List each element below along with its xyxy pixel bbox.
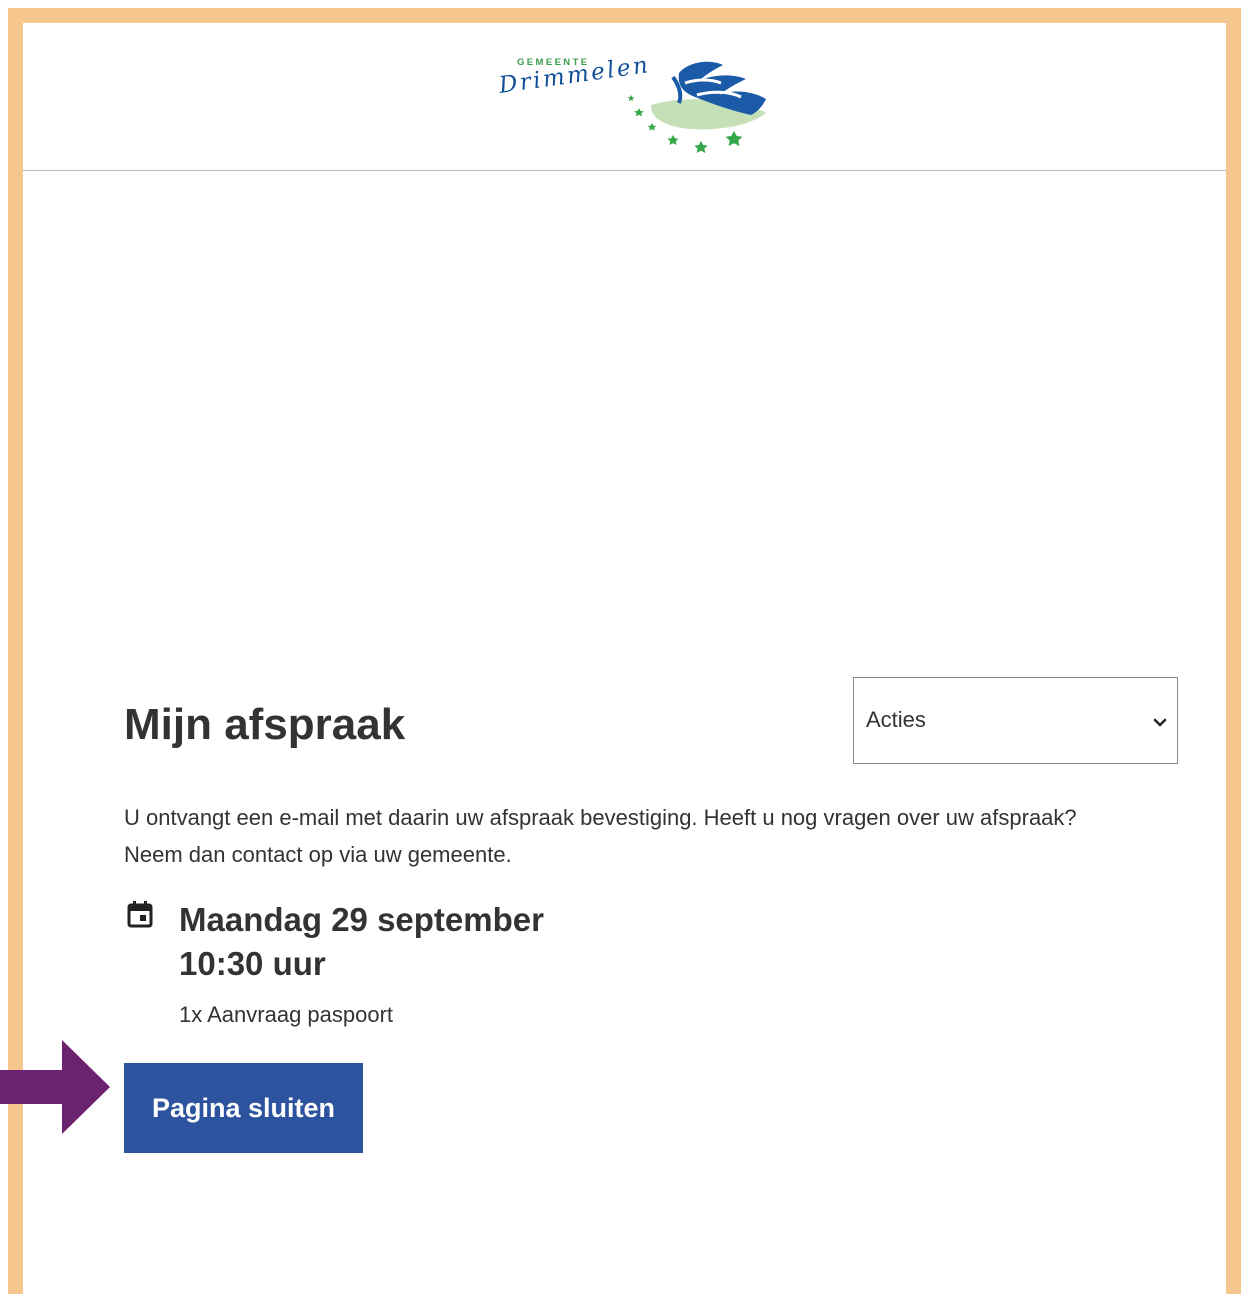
site-header: GEMEENTE Drimmelen xyxy=(23,23,1226,171)
confirmation-intro-text: U ontvangt een e-mail met daarin uw afsp… xyxy=(124,805,1077,867)
actions-dropdown-label: Acties xyxy=(866,707,926,732)
close-page-button[interactable]: Pagina sluiten xyxy=(124,1063,363,1153)
calendar-icon xyxy=(126,900,154,928)
page-title: Mijn afspraak xyxy=(124,700,406,749)
municipality-logo[interactable]: GEMEENTE Drimmelen xyxy=(497,52,771,153)
appointment-product: 1x Aanvraag paspoort xyxy=(179,1002,394,1027)
appointment-date: Maandag 29 september xyxy=(179,901,544,938)
appointment-time: 10:30 uur xyxy=(179,945,326,982)
page-frame: GEMEENTE Drimmelen Acties Mijn afspraak … xyxy=(8,8,1241,1294)
arrow-right-icon xyxy=(0,1040,118,1134)
chevron-down-icon xyxy=(1153,715,1167,733)
actions-dropdown[interactable]: Acties xyxy=(853,677,1178,764)
